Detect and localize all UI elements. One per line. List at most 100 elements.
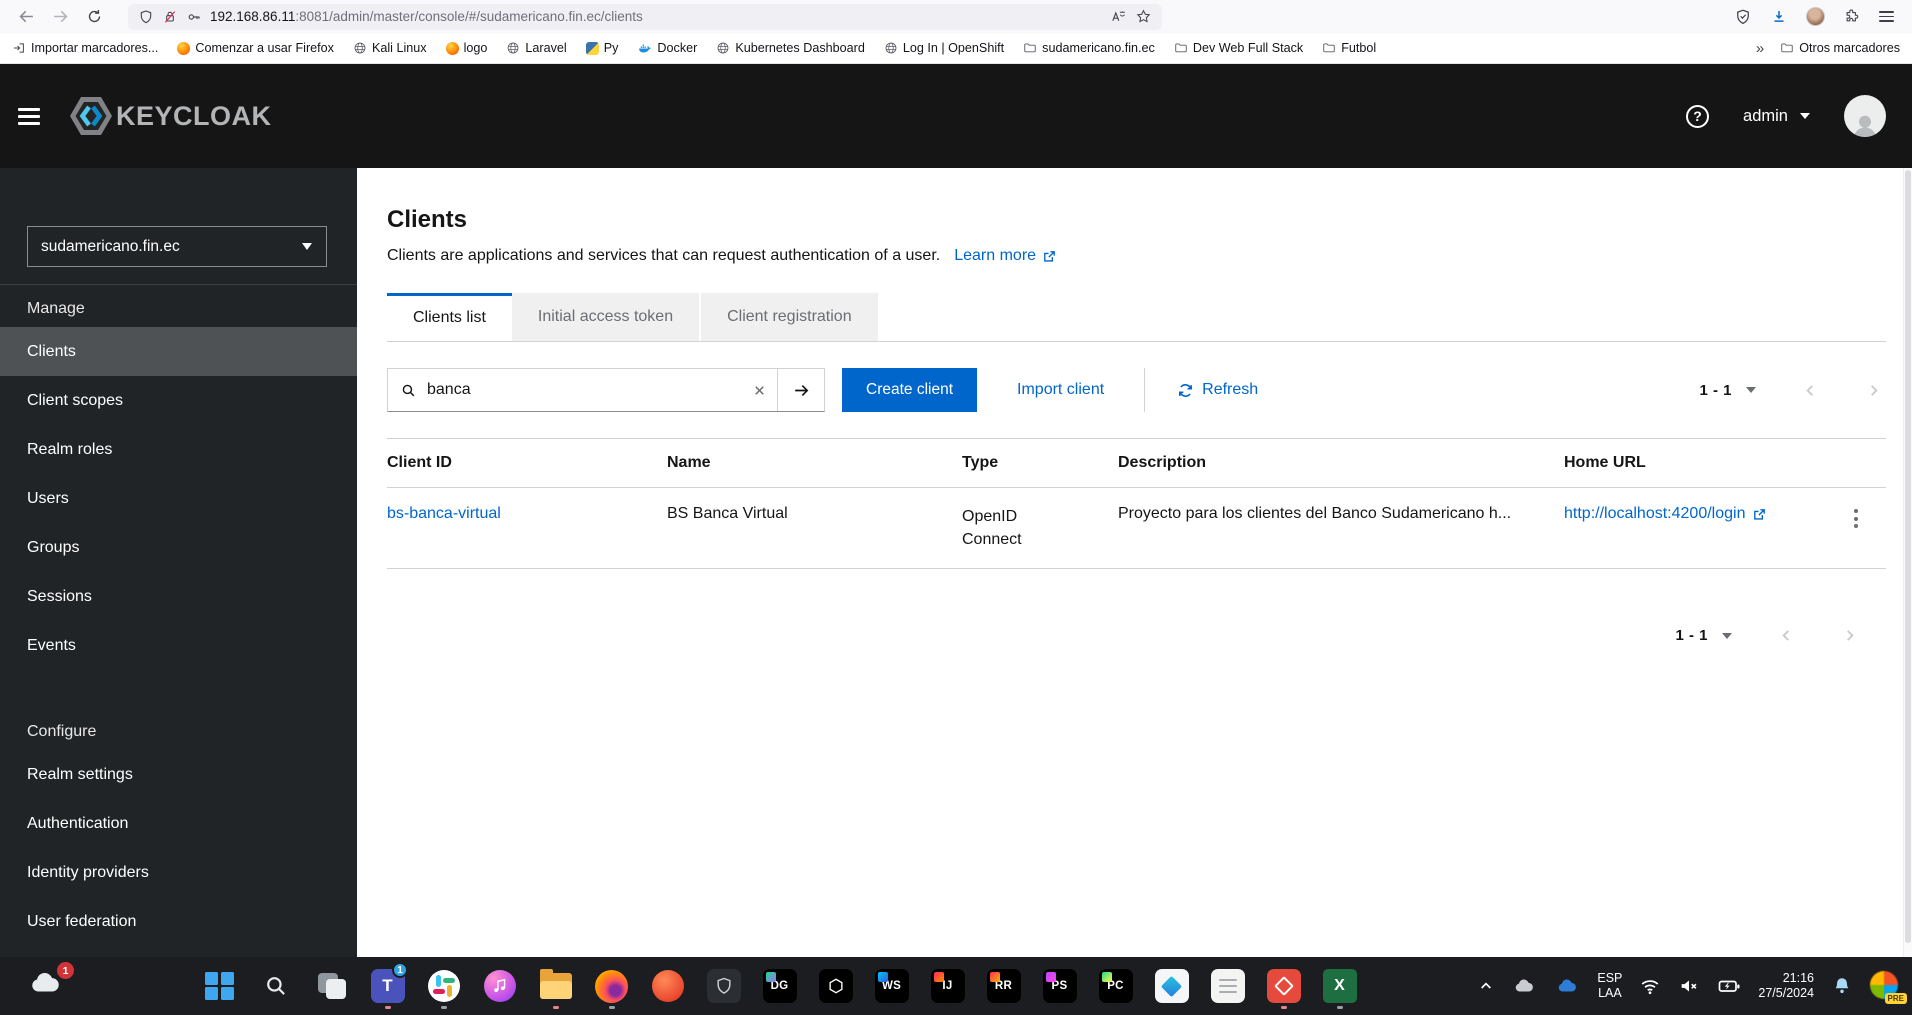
- sidebar-item-users[interactable]: Users: [0, 474, 357, 523]
- sidebar-item-sessions[interactable]: Sessions: [0, 572, 357, 621]
- back-button[interactable]: [12, 4, 40, 30]
- bookmark-star-icon[interactable]: [1135, 8, 1152, 25]
- sidebar-item-client-scopes[interactable]: Client scopes: [0, 376, 357, 425]
- start-button[interactable]: [198, 960, 241, 1012]
- pagination-prev-button[interactable]: [1802, 382, 1819, 399]
- clear-search-icon[interactable]: [752, 383, 767, 398]
- sidebar-item-realm-settings[interactable]: Realm settings: [0, 750, 357, 799]
- other-bookmarks[interactable]: Otros marcadores: [1780, 41, 1900, 55]
- help-icon[interactable]: ?: [1686, 104, 1710, 128]
- volume-muted-icon[interactable]: [1678, 975, 1700, 997]
- bookmark-folder-dev-web[interactable]: Dev Web Full Stack: [1174, 41, 1303, 55]
- pagination-next-button[interactable]: [1865, 382, 1882, 399]
- forward-button[interactable]: [46, 4, 74, 30]
- sidebar-item-authentication[interactable]: Authentication: [0, 799, 357, 848]
- bookmark-laravel[interactable]: Laravel: [506, 41, 567, 55]
- search-submit-button[interactable]: [777, 369, 824, 411]
- pagination-next-button[interactable]: [1841, 627, 1858, 644]
- taskbar-app-jetbrains-toolbox[interactable]: [814, 960, 857, 1012]
- bookmark-kubernetes-dashboard[interactable]: Kubernetes Dashboard: [716, 41, 865, 55]
- taskbar-app-phpstorm[interactable]: PS: [1038, 960, 1081, 1012]
- row-kebab-menu[interactable]: [1842, 505, 1870, 532]
- sidebar-item-identity-providers[interactable]: Identity providers: [0, 848, 357, 897]
- sidebar-item-user-federation[interactable]: User federation: [0, 897, 357, 946]
- bookmark-comenzar-firefox[interactable]: Comenzar a usar Firefox: [177, 41, 334, 55]
- scrollbar-thumb[interactable]: [1905, 170, 1911, 944]
- bookmark-openshift[interactable]: Log In | OpenShift: [884, 41, 1004, 55]
- battery-icon[interactable]: [1717, 974, 1741, 998]
- tab-initial-access-token[interactable]: Initial access token: [511, 293, 700, 341]
- notifications-bell-icon[interactable]: [1831, 975, 1853, 997]
- taskbar-app-datagrip[interactable]: DG: [758, 960, 801, 1012]
- taskbar-app-opera[interactable]: [646, 960, 689, 1012]
- passwords-key-icon[interactable]: [186, 9, 202, 25]
- url-bar[interactable]: 192.168.86.11:8081/admin/master/console/…: [128, 3, 1162, 30]
- sidebar-item-groups[interactable]: Groups: [0, 523, 357, 572]
- bookmark-docker[interactable]: Docker: [637, 41, 697, 56]
- wifi-icon[interactable]: [1639, 975, 1661, 997]
- bookmark-kali-linux[interactable]: Kali Linux: [353, 41, 427, 55]
- bookmark-logo[interactable]: logo: [445, 41, 487, 55]
- taskbar-app-red[interactable]: [1262, 960, 1305, 1012]
- realm-selector[interactable]: sudamericano.fin.ec: [27, 226, 327, 267]
- sidebar-item-clients[interactable]: Clients: [0, 327, 357, 376]
- home-url-link[interactable]: http://localhost:4200/login: [1564, 505, 1745, 523]
- copilot-button[interactable]: PRE: [1870, 971, 1907, 1004]
- taskbar-app-rustrover[interactable]: RR: [982, 960, 1025, 1012]
- client-id-link[interactable]: bs-banca-virtual: [387, 505, 501, 522]
- pagination-prev-button[interactable]: [1778, 627, 1795, 644]
- onedrive-blue-icon[interactable]: [1554, 975, 1580, 997]
- translate-icon[interactable]: [1110, 8, 1127, 25]
- taskbar-app-slack[interactable]: [422, 960, 465, 1012]
- bookmark-py[interactable]: Py: [585, 41, 618, 55]
- clock[interactable]: 21:16 27/5/2024: [1758, 971, 1814, 1001]
- sidebar-item-events[interactable]: Events: [0, 621, 357, 670]
- create-client-button[interactable]: Create client: [842, 368, 978, 412]
- taskbar-app-excel[interactable]: X: [1318, 960, 1361, 1012]
- taskbar-app-teams[interactable]: T 1: [366, 960, 409, 1012]
- taskbar-app-music[interactable]: [478, 960, 521, 1012]
- task-view-button[interactable]: [310, 960, 353, 1012]
- downloads-icon[interactable]: [1770, 8, 1788, 26]
- taskbar-app-security-tool[interactable]: [702, 960, 745, 1012]
- table-toolbar: Create client Import client Refresh 1 - …: [387, 368, 1886, 412]
- taskbar-app-firefox[interactable]: [590, 960, 633, 1012]
- taskbar-app-intellij[interactable]: IJ: [926, 960, 969, 1012]
- tab-clients-list[interactable]: Clients list: [387, 293, 512, 341]
- bookmarks-overflow-chevrons[interactable]: »: [1756, 40, 1764, 57]
- sidebar-item-realm-roles[interactable]: Realm roles: [0, 425, 357, 474]
- taskbar-app-notes[interactable]: [1206, 960, 1249, 1012]
- onedrive-gray-icon[interactable]: [1511, 975, 1537, 997]
- taskbar-app-webstorm[interactable]: WS: [870, 960, 913, 1012]
- avatar[interactable]: [1844, 95, 1886, 137]
- pagination-options-caret-icon[interactable]: [1746, 387, 1756, 393]
- bookmark-folder-futbol[interactable]: Futbol: [1322, 41, 1376, 55]
- bookmark-importar-marcadores[interactable]: Importar marcadores...: [12, 41, 158, 55]
- nav-toggle-icon[interactable]: [18, 107, 40, 125]
- refresh-button[interactable]: Refresh: [1177, 381, 1258, 399]
- search-input[interactable]: [427, 381, 742, 399]
- reload-button[interactable]: [80, 4, 108, 30]
- browser-profile-avatar[interactable]: [1806, 7, 1825, 26]
- tracking-shield-icon[interactable]: [138, 9, 154, 25]
- keycloak-brand[interactable]: KEYCLOAK: [68, 95, 272, 137]
- taskbar-app-pycharm[interactable]: PC: [1094, 960, 1137, 1012]
- import-client-link[interactable]: Import client: [1017, 381, 1104, 399]
- taskbar-search-button[interactable]: [254, 960, 297, 1012]
- widgets-button[interactable]: 1: [26, 962, 74, 1006]
- pagination-options-caret-icon[interactable]: [1722, 632, 1732, 639]
- protections-shield-icon[interactable]: [1734, 8, 1752, 26]
- extensions-puzzle-icon[interactable]: [1843, 8, 1861, 26]
- learn-more-link[interactable]: Learn more: [954, 247, 1057, 265]
- tray-chevron-up-icon[interactable]: [1478, 978, 1494, 994]
- language-indicator[interactable]: ESP LAA: [1597, 971, 1622, 1001]
- taskbar-app-diamond[interactable]: [1150, 960, 1193, 1012]
- tab-client-registration[interactable]: Client registration: [699, 293, 878, 341]
- browser-menu-icon[interactable]: [1879, 10, 1894, 23]
- scrollbar[interactable]: [1903, 168, 1912, 957]
- bookmark-folder-sudamericano[interactable]: sudamericano.fin.ec: [1023, 41, 1155, 55]
- taskbar-app-file-explorer[interactable]: [534, 960, 577, 1012]
- user-dropdown[interactable]: admin: [1743, 107, 1810, 126]
- insecure-lock-icon[interactable]: [162, 9, 178, 25]
- url-text[interactable]: 192.168.86.11:8081/admin/master/console/…: [210, 9, 1102, 24]
